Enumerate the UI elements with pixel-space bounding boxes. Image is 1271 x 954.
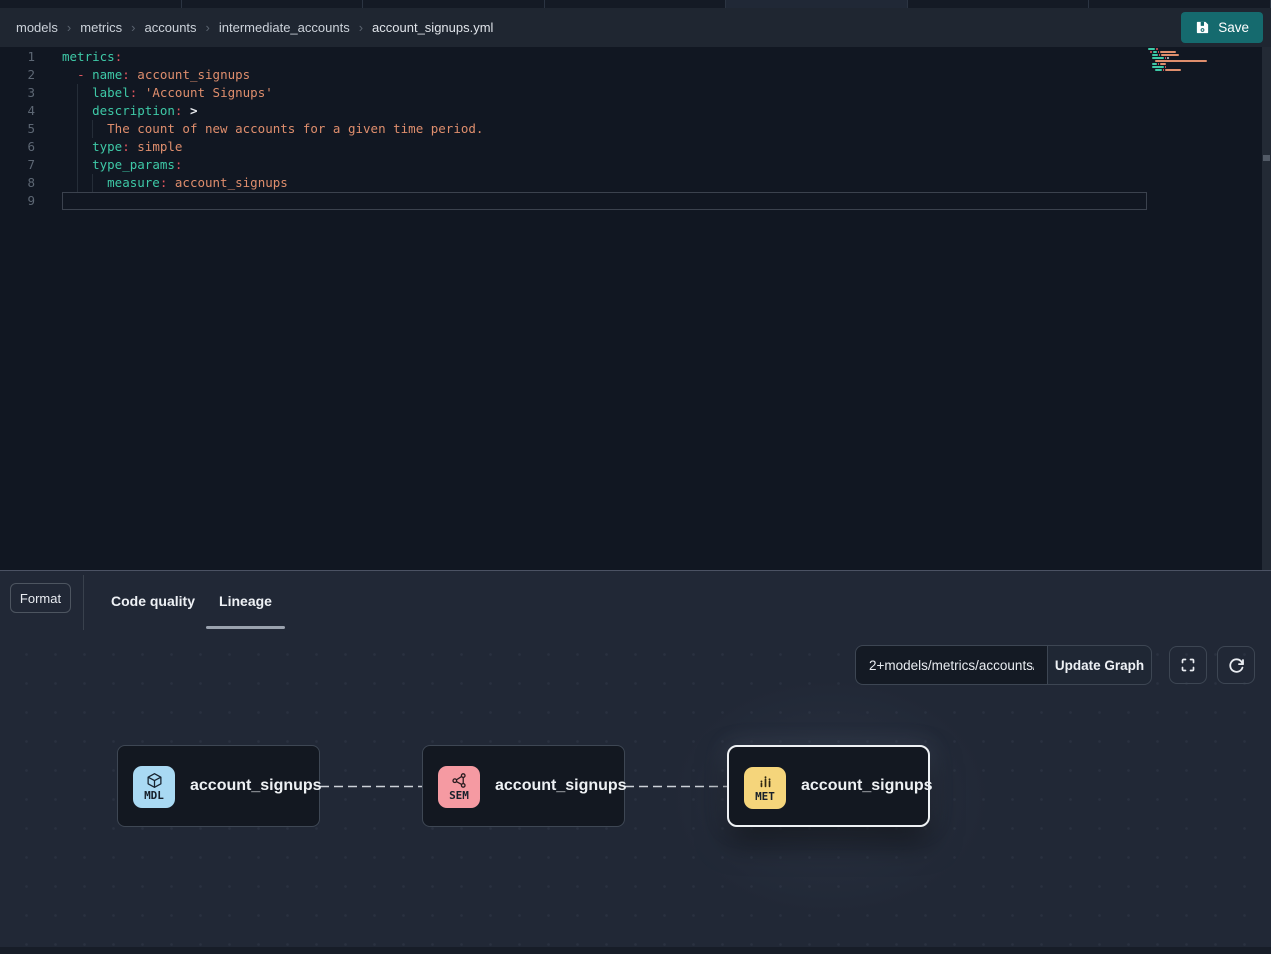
editor-line[interactable]: 9 [0,192,1271,210]
editor-line[interactable]: 4 description: > [0,102,1271,120]
editor-file-tab[interactable] [182,0,364,8]
indent-guide [77,138,78,156]
code-line: - name: account_signups [62,66,250,84]
indent-guide [92,174,93,192]
line-number: 7 [0,156,62,174]
ide-window: models › metrics › accounts › intermediate_acc… [0,0,1271,954]
code-line: type_params: [62,156,182,174]
indent-guide [77,156,78,174]
lineage-node-met[interactable]: MET account_signups [727,745,930,827]
breadcrumb-bar: models › metrics › accounts › intermediate_acc… [0,8,1271,47]
editor-file-tab[interactable] [908,0,1090,8]
lineage-canvas[interactable]: Update Graph [0,632,1271,954]
lineage-node-sem[interactable]: SEM account_signups [422,745,625,827]
editor-file-tab[interactable] [1089,0,1271,8]
tab-lineage[interactable]: Lineage [206,571,285,631]
cube-icon [146,772,163,790]
editor-line[interactable]: 1metrics: [0,48,1271,66]
breadcrumb-separator: › [67,20,71,35]
node-badge-label: MDL [144,790,164,802]
code-line: description: > [62,102,198,120]
node-label: account_signups [495,746,627,826]
header-divider [83,575,84,630]
code-editor[interactable]: 1metrics:2 - name: account_signups3 labe… [0,47,1271,570]
line-number: 8 [0,174,62,192]
line-number: 6 [0,138,62,156]
line-number: 5 [0,120,62,138]
breadcrumb-separator: › [206,20,210,35]
indent-guide [77,174,78,192]
node-badge: MDL [133,766,175,808]
line-number: 3 [0,84,62,102]
format-button[interactable]: Format [10,583,71,613]
editor-lines: 1metrics:2 - name: account_signups3 labe… [0,48,1271,210]
node-badge: MET [744,767,786,809]
code-line [62,192,1147,210]
panel-header: Format Code qualityLineage [0,571,1271,632]
save-button[interactable]: Save [1181,12,1263,43]
breadcrumb: models › metrics › accounts › intermediate_acc… [16,20,493,35]
editor-line[interactable]: 6 type: simple [0,138,1271,156]
indent-guide [77,84,78,102]
node-badge: SEM [438,766,480,808]
code-line: type: simple [62,138,182,156]
breadcrumb-separator: › [359,20,363,35]
breadcrumb-item[interactable]: intermediate_accounts [219,20,350,35]
breadcrumb-item[interactable]: account_signups.yml [372,20,493,35]
breadcrumb-item[interactable]: accounts [145,20,197,35]
breadcrumb-separator: › [131,20,135,35]
scrollbar-thumb[interactable] [1263,155,1270,161]
editor-scrollbar[interactable] [1262,47,1271,570]
node-badge-label: MET [755,791,775,803]
node-badge-label: SEM [449,790,469,802]
tab-code-quality[interactable]: Code quality [107,571,199,631]
line-number: 9 [0,192,62,210]
lineage-node-mdl[interactable]: MDL account_signups [117,745,320,827]
bar-chart-icon [757,773,774,791]
save-button-label: Save [1218,20,1249,35]
breadcrumb-item[interactable]: models [16,20,58,35]
code-line: metrics: [62,48,122,66]
minimap[interactable] [1148,48,1210,75]
editor-line[interactable]: 3 label: 'Account Signups' [0,84,1271,102]
line-number: 2 [0,66,62,84]
code-line: label: 'Account Signups' [62,84,273,102]
editor-file-tab[interactable] [545,0,727,8]
network-icon [451,772,468,790]
editor-file-tab[interactable] [726,0,908,8]
editor-line[interactable]: 2 - name: account_signups [0,66,1271,84]
editor-line[interactable]: 5 The count of new accounts for a given … [0,120,1271,138]
bottom-panel: Format Code qualityLineage Update Graph [0,570,1271,954]
line-number: 1 [0,48,62,66]
top-tab-strip [0,0,1271,8]
indent-guide [92,120,93,138]
breadcrumb-item[interactable]: metrics [80,20,122,35]
editor-line[interactable]: 7 type_params: [0,156,1271,174]
editor-file-tab[interactable] [363,0,545,8]
editor-file-tab[interactable] [0,0,182,8]
code-line: The count of new accounts for a given ti… [62,120,483,138]
node-label: account_signups [190,746,322,826]
editor-line[interactable]: 8 measure: account_signups [0,174,1271,192]
save-icon [1195,20,1210,35]
node-label: account_signups [801,747,933,825]
line-number: 4 [0,102,62,120]
indent-guide [77,102,78,120]
indent-guide [77,120,78,138]
code-line: measure: account_signups [62,174,288,192]
